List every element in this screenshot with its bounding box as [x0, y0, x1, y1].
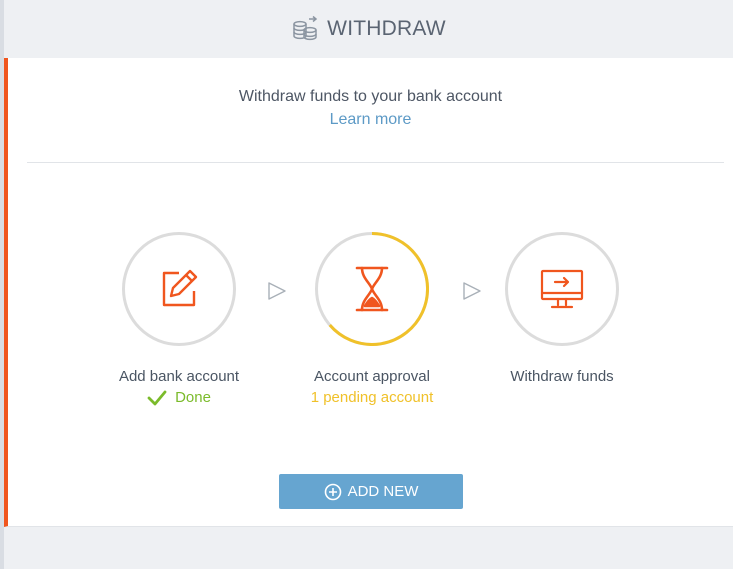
status-text-done: Done: [175, 389, 211, 406]
step-account-approval: [315, 232, 429, 346]
plus-circle-icon: [324, 483, 342, 501]
edit-icon: [155, 265, 203, 313]
page-title: WITHDRAW: [327, 17, 446, 40]
step-arrow-icon: [266, 280, 288, 307]
step-add-bank-account: [122, 232, 236, 346]
hourglass-icon: [352, 264, 392, 314]
add-new-button[interactable]: ADD NEW: [279, 474, 463, 509]
coins-icon: [291, 15, 319, 43]
step-status-pending: 1 pending account: [310, 389, 434, 406]
divider: [27, 162, 724, 163]
step-label-account-approval: Account approval: [314, 368, 430, 385]
page-header: WITHDRAW: [4, 0, 733, 58]
step-label-add-bank-account: Add bank account: [118, 368, 240, 385]
withdraw-card: Withdraw funds to your bank account Lear…: [4, 58, 733, 527]
checkmark-icon: [147, 390, 167, 406]
step-arrow-icon: [461, 280, 483, 307]
step-status-done: Done: [89, 389, 269, 406]
intro-section: Withdraw funds to your bank account Lear…: [8, 88, 733, 129]
step-label-withdraw-funds: Withdraw funds: [510, 368, 614, 385]
monitor-arrow-icon: [539, 266, 585, 312]
intro-text: Withdraw funds to your bank account: [238, 88, 503, 105]
step-withdraw-funds: [505, 232, 619, 346]
learn-more-link[interactable]: Learn more: [330, 111, 412, 129]
add-new-label: ADD NEW: [347, 483, 419, 500]
